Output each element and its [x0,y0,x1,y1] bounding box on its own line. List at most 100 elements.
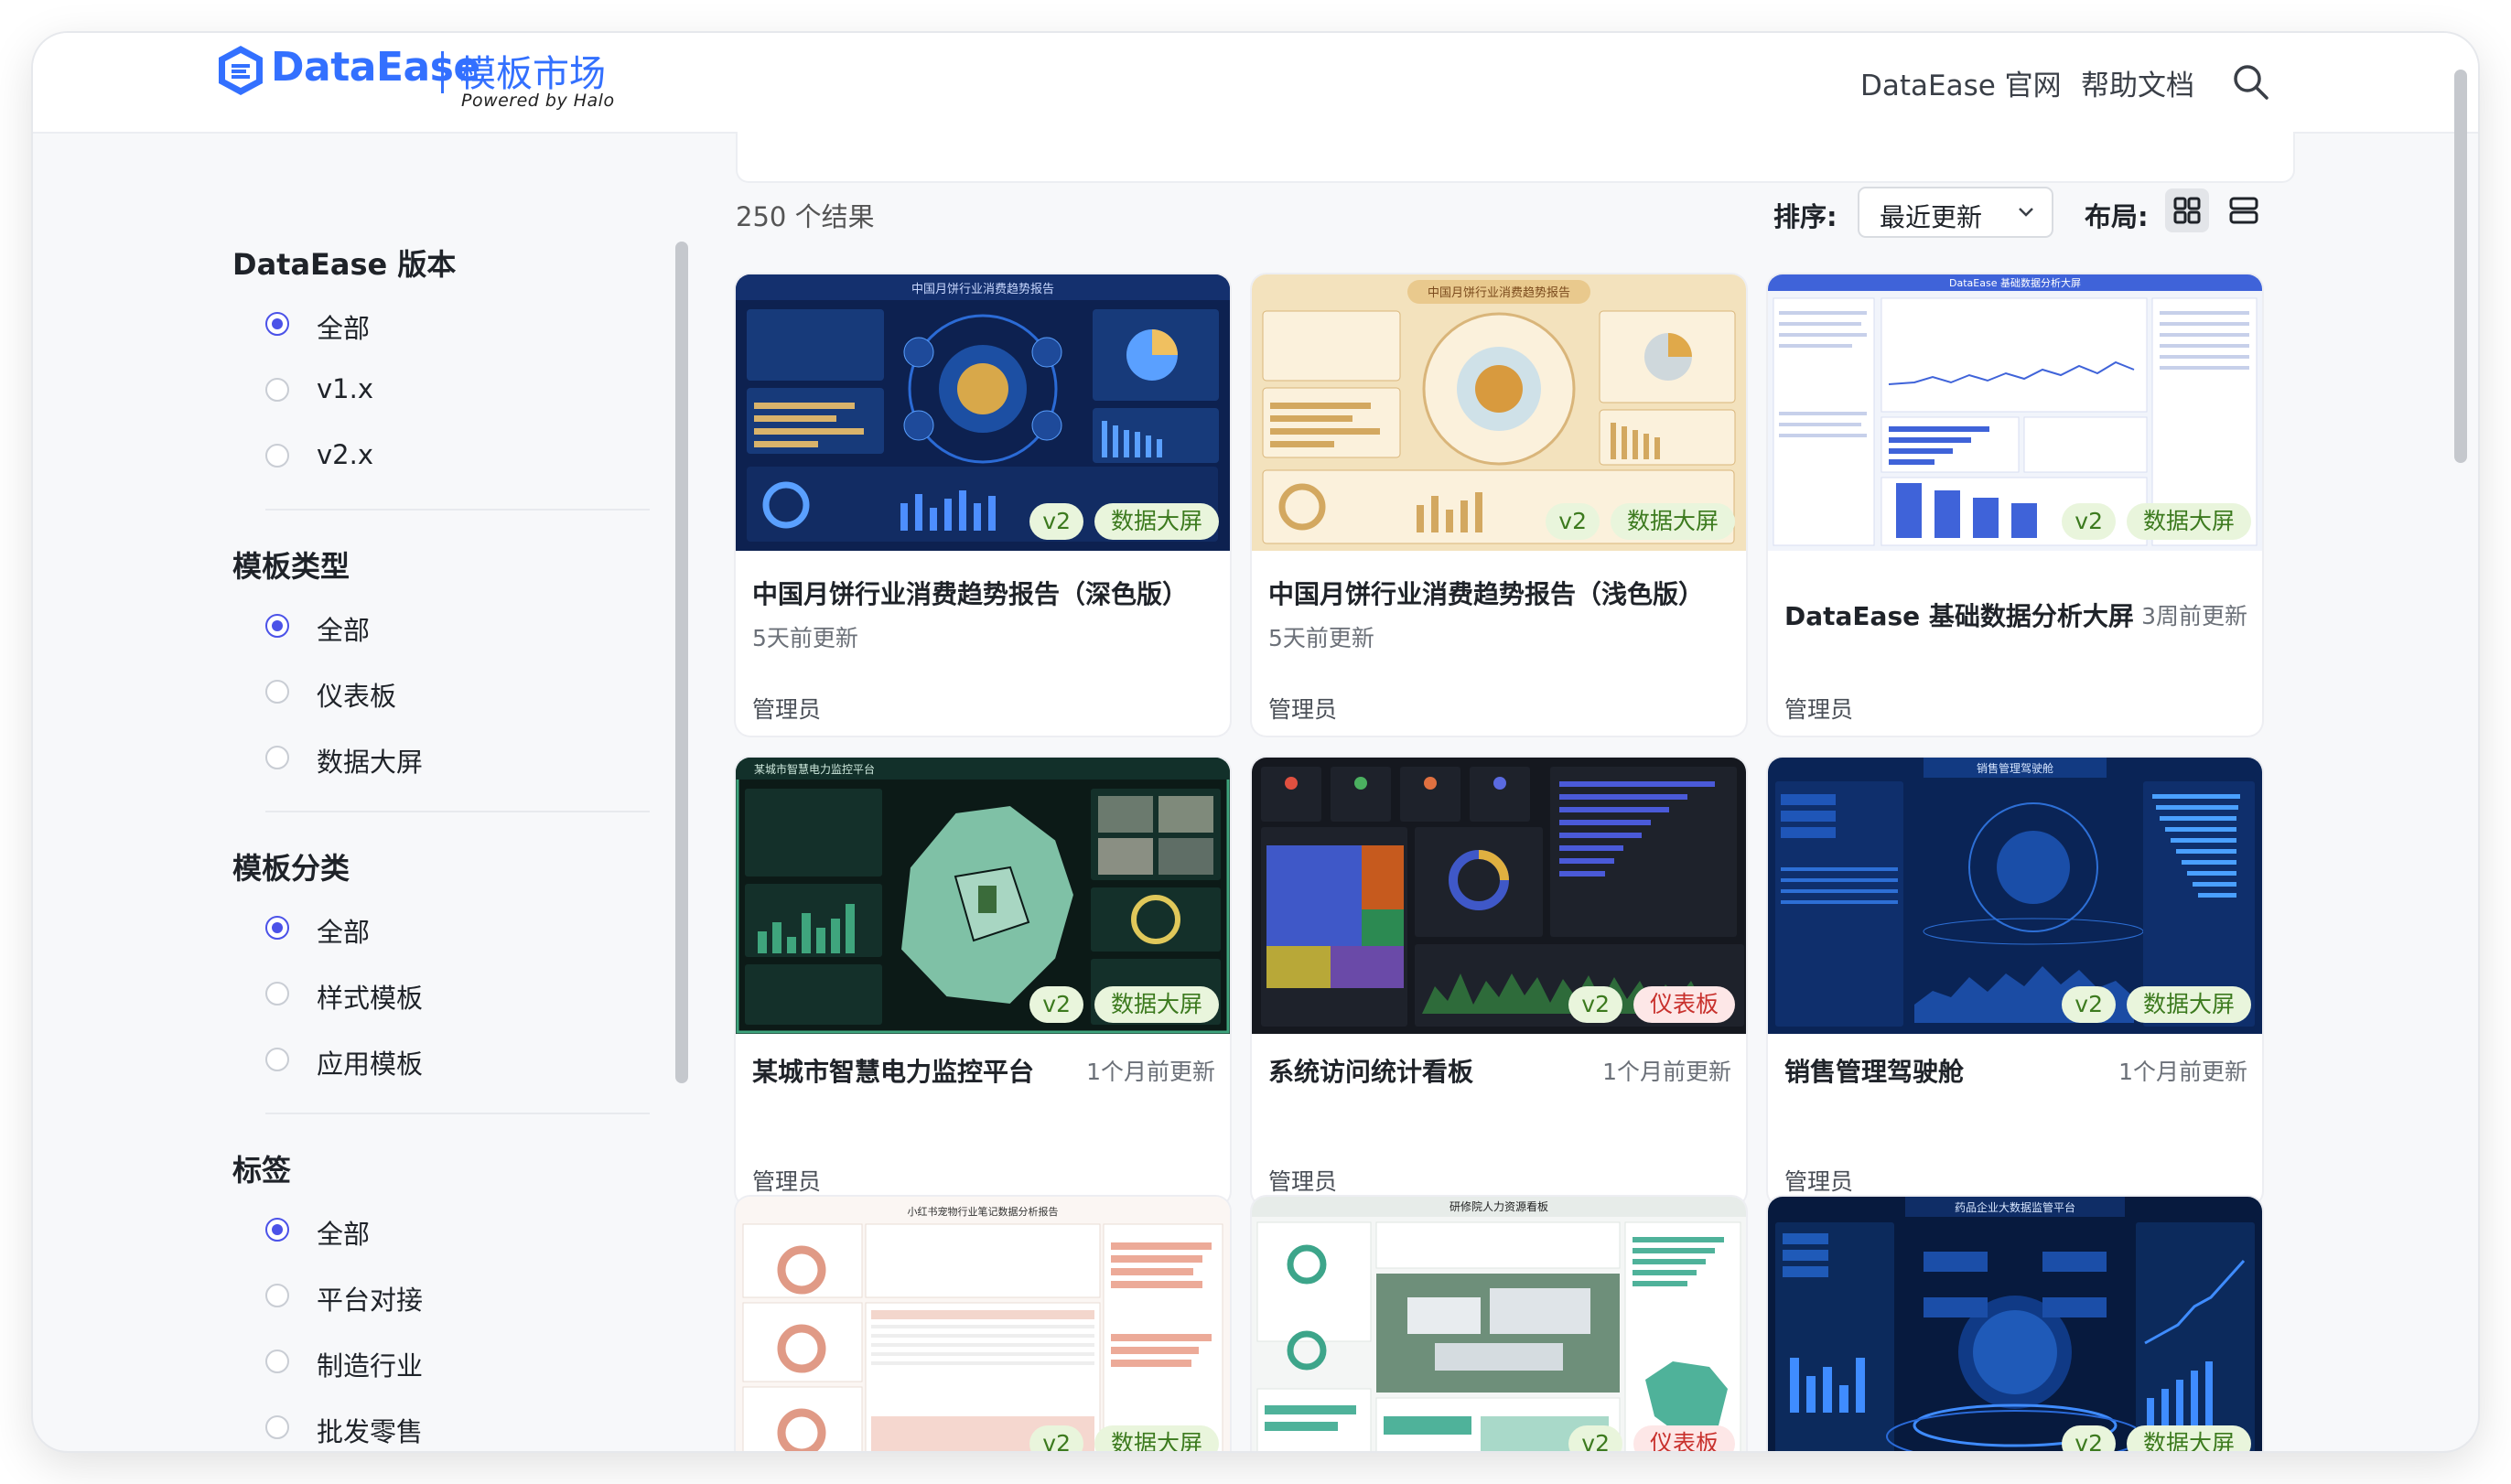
template-card[interactable]: 中国月饼行业消费趋势报告 v2 数据大屏 中国月饼行业消费趋势报告（深色版） 5… [736,274,1230,736]
template-thumbnail[interactable]: 研修院人力资源看板 v2 仪表板 [1252,1197,1746,1451]
filter-option-label: v1.x [317,373,373,404]
template-thumbnail[interactable]: 药品企业大数据监管平台 v2 数据大屏 [1768,1197,2262,1451]
filter-group-title: DataEase 版本 [232,247,457,282]
radio-selected[interactable] [265,312,289,336]
filter-option-label: 全部 [317,1219,371,1250]
card-badges: v2 数据大屏 [1029,986,1219,1023]
radio[interactable] [265,746,289,769]
filter-option-type-screen[interactable]: 数据大屏 [232,741,598,778]
filter-option-tag-platform[interactable]: 平台对接 [232,1279,598,1316]
template-card[interactable]: 中国月饼行业消费趋势报告 v2 数据大屏 中国月饼行业消费趋势报告（浅色版） 5… [1252,274,1746,736]
filter-option-version-v2[interactable]: v2.x [232,439,598,476]
filter-option-label: 全部 [317,917,371,948]
filter-option-label: v2.x [317,439,373,470]
card-author: 管理员 [1268,696,1338,723]
radio-selected[interactable] [265,1218,289,1242]
radio[interactable] [265,378,289,402]
radio-selected[interactable] [265,614,289,638]
card-title[interactable]: 销售管理驾驶舱 [1784,1052,1964,1089]
radio[interactable] [265,1415,289,1439]
radio[interactable] [265,1048,289,1071]
filter-option-tag-retail[interactable]: 批发零售 [232,1411,598,1447]
type-badge: 仪表板 [1633,986,1735,1023]
template-thumbnail[interactable]: 某城市智慧电力监控平台 v2 数据大屏 [736,758,1230,1034]
filter-option-tag-manufacturing[interactable]: 制造行业 [232,1345,598,1382]
sort-select[interactable]: 最近更新 [1858,187,2053,238]
sidebar-divider [265,509,650,511]
sidebar-scrollbar[interactable] [675,242,688,1083]
card-updated: 5天前更新 [752,625,858,651]
filter-option-label: 仪表板 [317,681,397,712]
thumb-title: 某城市智慧电力监控平台 [754,762,875,776]
filter-option-label: 批发零售 [317,1416,424,1447]
version-badge: v2 [1029,1425,1083,1451]
type-badge: 数据大屏 [2126,1425,2251,1451]
filter-option-tag-all[interactable]: 全部 [232,1213,598,1250]
template-card[interactable]: 销售管理驾驶舱 v2 数据大屏 销售管理驾驶舱 1个月前更新 管理员 [1768,758,2262,1206]
layout-label: 布局: [2085,201,2149,232]
version-badge: v2 [2062,986,2116,1023]
card-updated: 1个月前更新 [1602,1059,1731,1085]
template-thumbnail[interactable]: 中国月饼行业消费趋势报告 v2 数据大屏 [736,274,1230,551]
logo-subtitle: Powered by Halo [461,91,615,111]
template-thumbnail[interactable]: DataEase 基础数据分析大屏 v2 数据大屏 [1768,274,2262,551]
card-badges: v2 数据大屏 [2062,986,2251,1023]
logo-brand[interactable]: DataEase [271,44,480,91]
template-card[interactable]: 小红书宠物行业笔记数据分析报告 v2 数据大屏 [736,1197,1230,1451]
card-author: 管理员 [752,696,822,723]
card-title[interactable]: 中国月饼行业消费趋势报告（深色版） [752,575,1188,611]
type-badge: 数据大屏 [1094,986,1219,1023]
card-badges: v2 仪表板 [1568,1425,1735,1451]
filter-option-type-all[interactable]: 全部 [232,609,598,646]
radio[interactable] [265,444,289,468]
search-icon[interactable] [2231,62,2269,101]
card-title[interactable]: 某城市智慧电力监控平台 [752,1052,1034,1089]
dataease-logo-icon[interactable] [216,44,265,97]
card-title[interactable]: 中国月饼行业消费趋势报告（浅色版） [1268,575,1704,611]
filter-option-label: 应用模板 [317,1048,424,1080]
filter-option-category-style[interactable]: 样式模板 [232,977,598,1014]
template-card[interactable]: 研修院人力资源看板 v2 仪表板 [1252,1197,1746,1451]
nav-official-site[interactable]: DataEase 官网 [1860,62,2062,103]
filter-option-version-v1[interactable]: v1.x [232,373,598,410]
radio-selected[interactable] [265,916,289,940]
grid-view-icon[interactable] [2165,188,2209,232]
card-title[interactable]: DataEase 基础数据分析大屏 [1784,597,2134,633]
card-badges: v2 数据大屏 [1546,503,1735,540]
list-view-icon[interactable] [2222,188,2266,232]
nav-help-docs[interactable]: 帮助文档 [2081,62,2194,103]
card-author: 管理员 [1784,696,1854,723]
template-card[interactable]: v2 仪表板 系统访问统计看板 1个月前更新 管理员 [1252,758,1746,1206]
card-badges: v2 数据大屏 [2062,503,2251,540]
logo-divider [441,51,444,93]
result-count: 250 个结果 [736,201,875,232]
radio[interactable] [265,982,289,1005]
filter-option-type-dashboard[interactable]: 仪表板 [232,675,598,712]
logo-title[interactable]: 模板市场 [459,44,606,97]
chevron-down-icon [2015,201,2037,223]
version-badge: v2 [2062,1425,2116,1451]
card-badges: v2 数据大屏 [2062,1425,2251,1451]
template-thumbnail[interactable]: 小红书宠物行业笔记数据分析报告 v2 数据大屏 [736,1197,1230,1451]
card-title[interactable]: 系统访问统计看板 [1268,1052,1473,1089]
filter-option-version-all[interactable]: 全部 [232,307,598,344]
version-badge: v2 [1568,1425,1622,1451]
template-card[interactable]: DataEase 基础数据分析大屏 v2 数据大屏 DataEase 基础数据分… [1768,274,2262,736]
template-card[interactable]: 某城市智慧电力监控平台 v2 数据大屏 某城市智慧电力监控平台 1个月前更新 管… [736,758,1230,1206]
page-scrollbar[interactable] [2454,70,2467,463]
type-badge: 仪表板 [1633,1425,1735,1451]
filter-option-label: 制造行业 [317,1350,424,1382]
template-thumbnail[interactable]: 中国月饼行业消费趋势报告 v2 数据大屏 [1252,274,1746,551]
template-thumbnail[interactable]: 销售管理驾驶舱 v2 数据大屏 [1768,758,2262,1034]
template-thumbnail[interactable]: v2 仪表板 [1252,758,1746,1034]
filter-option-category-all[interactable]: 全部 [232,911,598,948]
template-card[interactable]: 药品企业大数据监管平台 v2 数据大屏 [1768,1197,2262,1451]
filter-option-category-app[interactable]: 应用模板 [232,1043,598,1080]
card-badges: v2 仪表板 [1568,986,1735,1023]
radio[interactable] [265,680,289,704]
thumb-title: 销售管理驾驶舱 [1977,761,2053,775]
radio[interactable] [265,1284,289,1307]
card-updated: 3周前更新 [2141,603,2247,629]
filter-option-label: 样式模板 [317,983,424,1014]
radio[interactable] [265,1350,289,1373]
